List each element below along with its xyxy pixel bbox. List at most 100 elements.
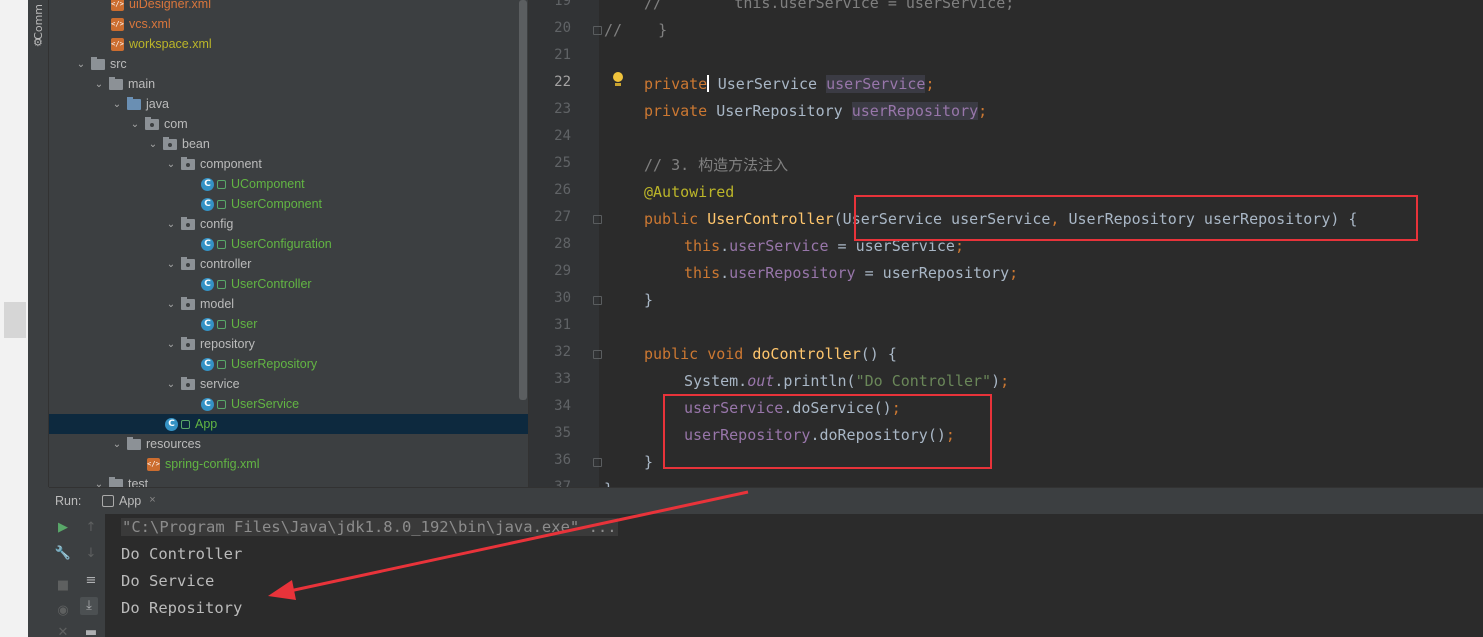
scroll-to-end-icon[interactable]: ⤓: [80, 597, 98, 615]
chevron-down-icon[interactable]: ⌄: [165, 339, 177, 350]
line-gutter: 19 20 21 22 23 24 25 26 27 28 29 30 31 32 33 34 35 36 37: [529, 0, 602, 487]
chevron-down-icon[interactable]: ⌄: [165, 219, 177, 230]
line-number: 24: [554, 128, 571, 144]
tree-item-user[interactable]: C User: [49, 314, 528, 334]
fold-marker-icon[interactable]: [593, 350, 602, 359]
chevron-down-icon[interactable]: ⌄: [93, 479, 105, 488]
tree-item-usercontroller[interactable]: C UserController: [49, 274, 528, 294]
chevron-down-icon[interactable]: ⌄: [111, 439, 123, 450]
chevron-down-icon[interactable]: ⌄: [93, 79, 105, 90]
line-number: 25: [554, 155, 571, 171]
project-tree: </> uiDesigner.xml </> vcs.xml </> workspace.…: [49, 0, 528, 487]
tree-item-resources[interactable]: ⌄ resources: [49, 434, 528, 454]
stop-icon[interactable]: ■: [54, 577, 72, 595]
rerun-icon[interactable]: ▶: [54, 519, 72, 537]
tree-item-label: service: [200, 377, 240, 391]
folder-icon: [109, 476, 123, 487]
tree-item-main[interactable]: ⌄ main: [49, 74, 528, 94]
tree-item-userservice[interactable]: C UserService: [49, 394, 528, 414]
tree-item-label: UComponent: [231, 177, 305, 191]
code-editor[interactable]: 19 20 21 22 23 24 25 26 27 28 29 30 31 32 33 34 35 36 37 /…: [528, 0, 1483, 487]
code-line-37: }: [604, 476, 613, 487]
chevron-down-icon[interactable]: ⌄: [165, 379, 177, 390]
lightbulb-icon[interactable]: [612, 72, 624, 86]
tree-item-usercomponent[interactable]: C UserComponent: [49, 194, 528, 214]
line-number: 31: [554, 317, 571, 333]
app-run-icon: [102, 495, 114, 507]
console-output-line: Do Controller: [121, 545, 243, 563]
tree-item-userrepository[interactable]: C UserRepository: [49, 354, 528, 374]
tree-item-uidesigner-xml[interactable]: </> uiDesigner.xml: [49, 0, 528, 14]
tree-item-label: UserConfiguration: [231, 237, 332, 251]
tree-item-workspace-xml[interactable]: </> workspace.xml: [49, 34, 528, 54]
tree-item-src[interactable]: ⌄ src: [49, 54, 528, 74]
line-number: 29: [554, 263, 571, 279]
tree-item-bean[interactable]: ⌄ bean: [49, 134, 528, 154]
tree-item-label: java: [146, 97, 169, 111]
run-console[interactable]: "C:\Program Files\Java\jdk1.8.0_192\bin\…: [105, 514, 1483, 637]
tree-item-java[interactable]: ⌄ java: [49, 94, 528, 114]
package-icon: [181, 216, 195, 230]
outer-scrollbar[interactable]: [4, 302, 26, 338]
console-output-line: Do Service: [121, 572, 215, 590]
up-arrow-icon[interactable]: ↑: [82, 519, 100, 537]
wrench-icon[interactable]: 🔧: [54, 545, 72, 563]
access-icon: [217, 279, 226, 289]
xml-file-icon: </>: [147, 457, 160, 471]
chevron-down-icon[interactable]: ⌄: [165, 299, 177, 310]
down-arrow-icon[interactable]: ↓: [82, 545, 100, 563]
tree-item-repository[interactable]: ⌄ repository: [49, 334, 528, 354]
camera-icon[interactable]: ◉: [54, 602, 72, 620]
tree-item-label: User: [231, 317, 258, 331]
tree-item-component[interactable]: ⌄ component: [49, 154, 528, 174]
tree-item-com[interactable]: ⌄ com: [49, 114, 528, 134]
tree-item-userconfiguration[interactable]: C UserConfiguration: [49, 234, 528, 254]
chevron-down-icon[interactable]: ⌄: [111, 99, 123, 110]
access-icon: [217, 399, 226, 409]
code-line-33: System.out.println("Do Controller");: [684, 372, 1010, 390]
line-number: 34: [554, 398, 571, 414]
soft-wrap-icon[interactable]: ≡: [82, 572, 100, 590]
folder-icon: [91, 56, 105, 70]
code-line-29: this.userRepository = userRepository;: [684, 264, 1019, 282]
tree-item-controller[interactable]: ⌄ controller: [49, 254, 528, 274]
tree-item-test[interactable]: ⌄ test: [49, 474, 528, 487]
package-icon: [181, 336, 195, 350]
tree-item-model[interactable]: ⌄ model: [49, 294, 528, 314]
folder-icon: [127, 96, 141, 110]
close-small-icon[interactable]: ✕: [54, 624, 72, 637]
tree-item-label: UserService: [231, 397, 300, 411]
tree-item-label: UserRepository: [231, 357, 318, 371]
code-line-36: }: [644, 453, 654, 471]
access-icon: [217, 319, 226, 329]
line-number: 27: [554, 209, 571, 225]
tree-item-config[interactable]: ⌄ config: [49, 214, 528, 234]
package-icon: [181, 256, 195, 270]
fold-marker-icon[interactable]: [593, 215, 602, 224]
chevron-down-icon[interactable]: ⌄: [75, 59, 87, 70]
code-line-22: private UserService userService;: [644, 75, 935, 93]
tree-item-vcs-xml[interactable]: </> vcs.xml: [49, 14, 528, 34]
commit-tool-label[interactable]: Comm: [32, 4, 45, 40]
close-icon[interactable]: ×: [149, 494, 155, 506]
chevron-down-icon[interactable]: ⌄: [147, 139, 159, 150]
code-line-23: private UserRepository userRepository;: [644, 102, 988, 120]
tree-item-label: App: [195, 417, 218, 431]
fold-marker-icon[interactable]: [593, 296, 602, 305]
fold-marker-icon[interactable]: [593, 458, 602, 467]
tree-item-app[interactable]: C App: [49, 414, 528, 434]
tree-item-spring-config-xml[interactable]: </> spring-config.xml: [49, 454, 528, 474]
folder-icon: [109, 76, 123, 90]
chevron-down-icon[interactable]: ⌄: [165, 259, 177, 270]
fold-marker-icon[interactable]: [593, 26, 602, 35]
line-number: 26: [554, 182, 571, 198]
chevron-down-icon[interactable]: ⌄: [129, 119, 141, 130]
gear-icon[interactable]: ⚙: [33, 36, 43, 49]
tree-item-service[interactable]: ⌄ service: [49, 374, 528, 394]
run-tab-app[interactable]: App ×: [94, 488, 164, 515]
tree-item-label: bean: [182, 137, 210, 151]
line-number: 30: [554, 290, 571, 306]
chevron-down-icon[interactable]: ⌄: [165, 159, 177, 170]
print-icon[interactable]: ▬: [82, 624, 100, 637]
tree-item-ucomponent[interactable]: C UComponent: [49, 174, 528, 194]
